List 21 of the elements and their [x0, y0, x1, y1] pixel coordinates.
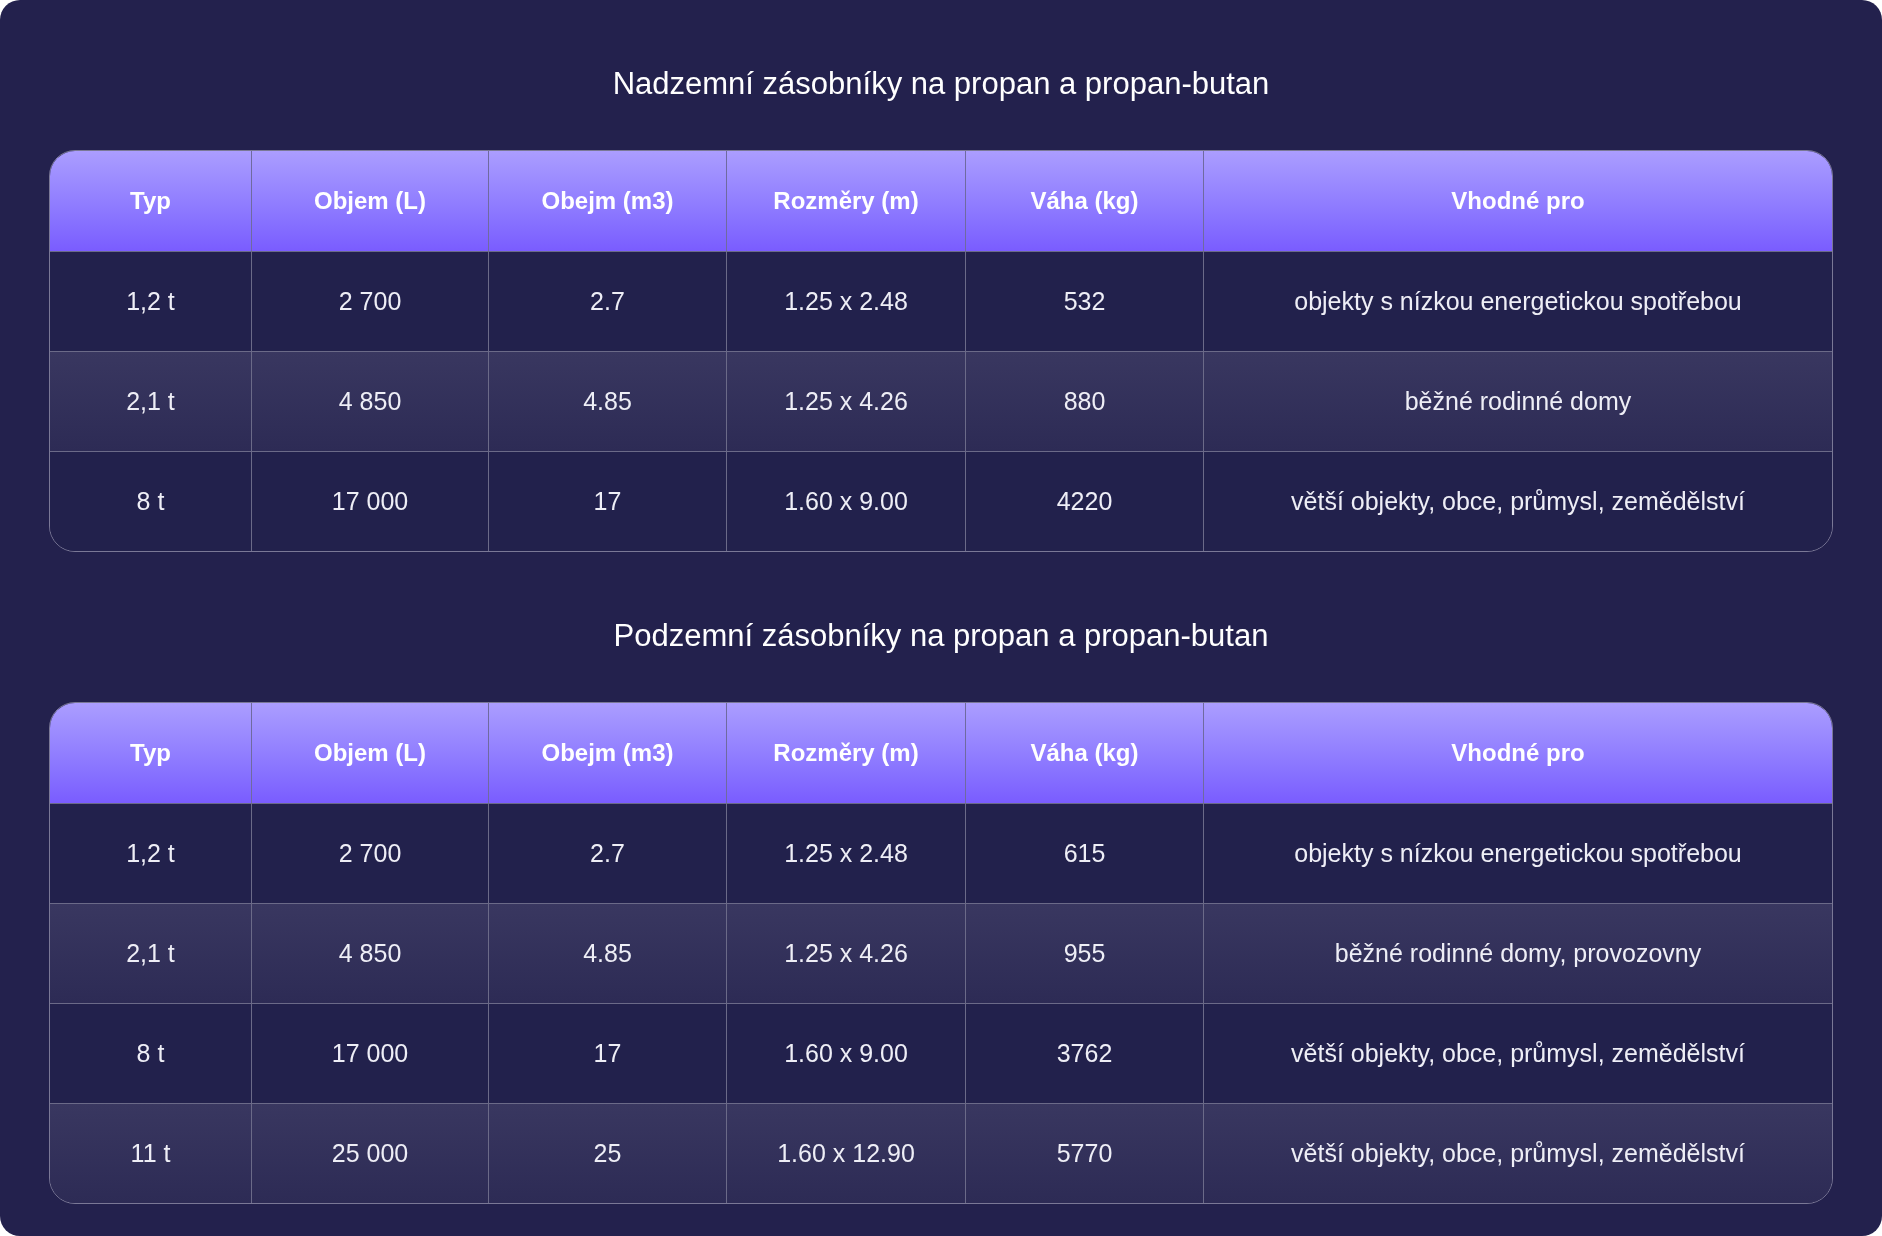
table-title: Podzemní zásobníky na propan a propan-butan [612, 617, 1270, 655]
table-cell: 5770 [965, 1104, 1203, 1203]
column-header: Typ [129, 186, 172, 216]
table-cell: 1.60 x 9.00 [726, 452, 965, 551]
table-cell: 25 000 [251, 1104, 488, 1203]
table-cell: 1.60 x 12.90 [726, 1104, 965, 1203]
table-cell: 17 [488, 452, 726, 551]
table-cell: větší objekty, obce, průmysl, zemědělství [1203, 1104, 1832, 1203]
table-cell: 17 000 [251, 452, 488, 551]
table-cell-text: 8 t [135, 1037, 166, 1069]
table-cell-text: 8 t [135, 485, 166, 517]
table-title: Nadzemní zásobníky na propan a propan-butan [611, 65, 1271, 103]
table-cell-text: 2,1 t [125, 937, 176, 969]
table-cell-text: 1,2 t [125, 285, 176, 317]
table-cell-text: 11 t [129, 1137, 172, 1169]
table-cell: 25 [488, 1104, 726, 1203]
table-cell-text: 2,1 t [125, 385, 176, 417]
table-cell: 4220 [965, 452, 1203, 551]
table-cell-text: 1,2 t [125, 837, 176, 869]
table-cell: větší objekty, obce, průmysl, zemědělství [1203, 452, 1832, 551]
column-header: Typ [129, 738, 172, 768]
